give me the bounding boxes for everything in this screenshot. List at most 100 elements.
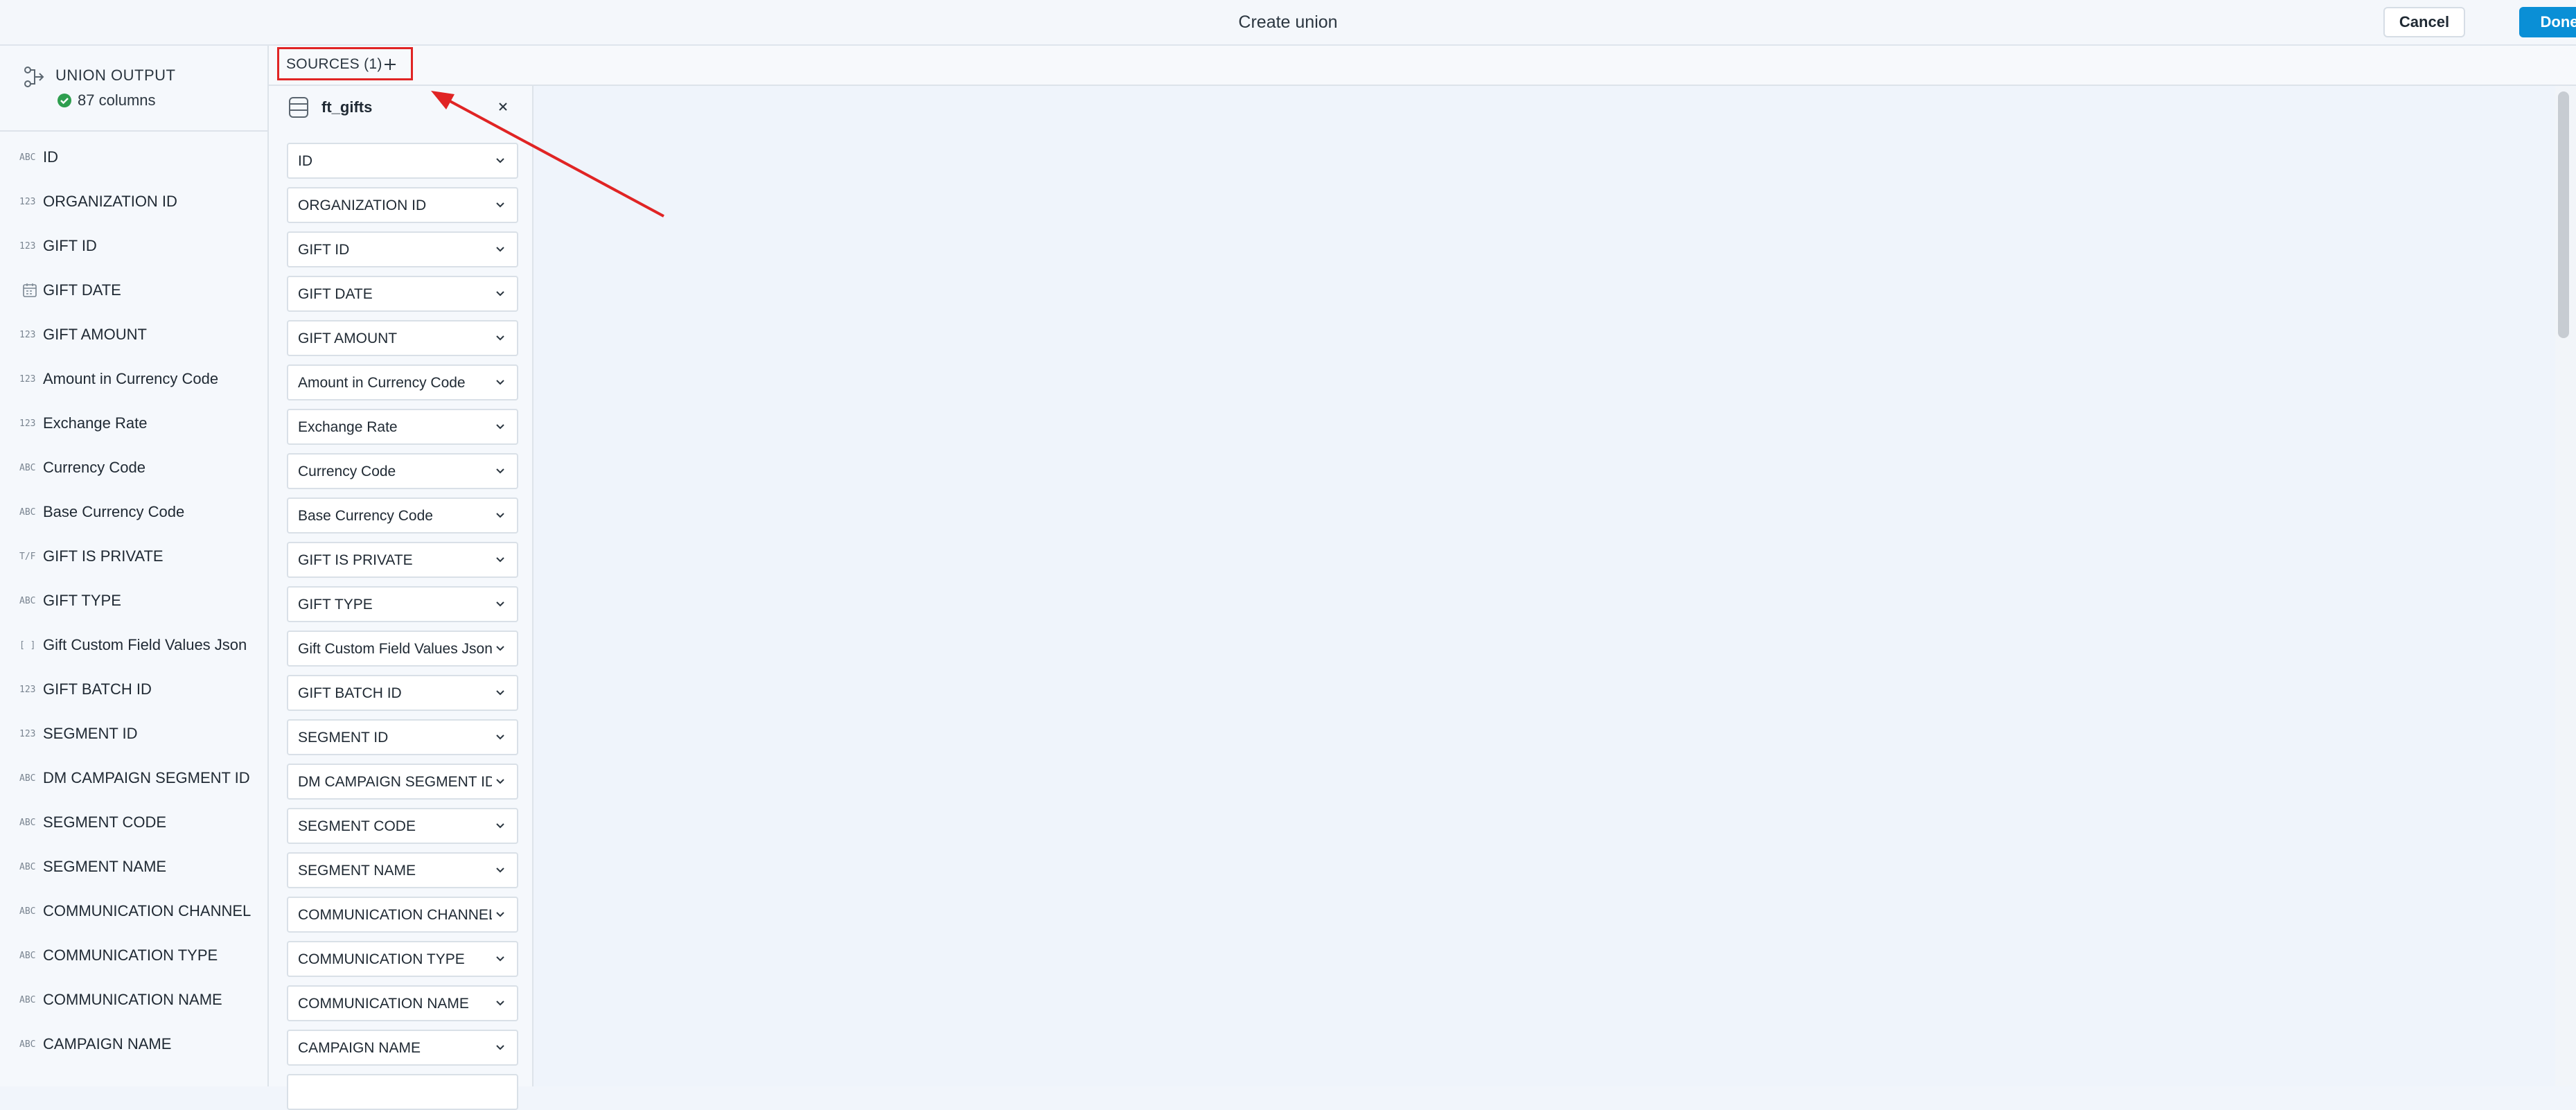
boolean-type-icon: T/F: [19, 552, 36, 562]
text-type-icon: ABC: [19, 951, 36, 961]
union-output-title: UNION OUTPUT: [55, 67, 176, 84]
output-field-row: ABC Currency Code: [0, 446, 267, 491]
source-field-select[interactable]: GIFT TYPE: [287, 586, 518, 622]
source-field-select[interactable]: DM CAMPAIGN SEGMENT ID: [287, 764, 518, 800]
chevron-down-icon: [496, 1045, 504, 1050]
column-count: 87 columns: [78, 91, 156, 109]
source-field-select[interactable]: ID: [287, 143, 518, 179]
source-field-select[interactable]: ORGANIZATION ID: [287, 187, 518, 223]
source-field-value: COMMUNICATION TYPE: [298, 951, 465, 967]
check-circle-icon: [58, 94, 71, 107]
source-field-select[interactable]: COMMUNICATION CHANNEL: [287, 897, 518, 933]
output-field-row: ABC CAMPAIGN NAME: [0, 1023, 267, 1067]
output-field-row: [ ] Gift Custom Field Values Json: [0, 624, 267, 668]
chevron-down-icon: [496, 601, 504, 607]
dialog-title: Create union: [1238, 12, 1338, 32]
output-field-row: T/F GIFT IS PRIVATE: [0, 535, 267, 579]
chevron-down-icon: [496, 867, 504, 873]
number-type-icon: 123: [19, 330, 36, 340]
chevron-down-icon: [496, 690, 504, 696]
output-field-row: ABC GIFT TYPE: [0, 579, 267, 624]
chevron-down-icon: [496, 956, 504, 962]
source-field-select[interactable]: SEGMENT CODE: [287, 808, 518, 844]
source-field-value: GIFT ID: [298, 242, 350, 258]
chevron-down-icon: [496, 513, 504, 518]
source-field-select[interactable]: CAMPAIGN NAME: [287, 1030, 518, 1066]
plus-icon[interactable]: [383, 58, 397, 71]
chevron-down-icon: [496, 424, 504, 430]
text-type-icon: ABC: [19, 1039, 36, 1050]
chevron-down-icon: [496, 380, 504, 385]
source-field-value: DM CAMPAIGN SEGMENT ID: [298, 774, 492, 790]
source-field-select[interactable]: SEGMENT ID: [287, 719, 518, 755]
source-field-select[interactable]: Exchange Rate: [287, 409, 518, 445]
source-field-select[interactable]: GIFT AMOUNT: [287, 320, 518, 356]
source-field-select[interactable]: GIFT DATE: [287, 276, 518, 312]
output-field-name: COMMUNICATION CHANNEL: [43, 902, 252, 919]
text-type-icon: ABC: [19, 995, 36, 1005]
chevron-down-icon: [496, 1001, 504, 1006]
number-type-icon: 123: [19, 419, 36, 429]
source-field-select[interactable]: Base Currency Code: [287, 497, 518, 534]
source-field-select[interactable]: COMMUNICATION TYPE: [287, 941, 518, 977]
text-type-icon: ABC: [19, 818, 36, 828]
sources-tab-label: SOURCES (1): [286, 56, 382, 72]
source-field-select[interactable]: Gift Custom Field Values Json: [287, 631, 518, 667]
output-field-name: ID: [43, 148, 58, 166]
output-field-row: 123 ORGANIZATION ID: [0, 180, 267, 224]
source-field-value: GIFT AMOUNT: [298, 331, 398, 346]
output-field-name: DM CAMPAIGN SEGMENT ID: [43, 769, 250, 786]
json-type-icon: [ ]: [19, 640, 36, 651]
output-field-name: CAMPAIGN NAME: [43, 1035, 172, 1052]
output-field-name: SEGMENT ID: [43, 725, 138, 742]
output-field-row: ABC ID: [0, 136, 267, 180]
source-field-value: Currency Code: [298, 464, 396, 479]
source-field-select[interactable]: [287, 1074, 518, 1110]
output-field-name: COMMUNICATION TYPE: [43, 946, 218, 964]
cancel-button[interactable]: Cancel: [2383, 7, 2465, 37]
source-field-value: SEGMENT NAME: [298, 863, 416, 879]
output-field-name: GIFT AMOUNT: [43, 326, 147, 343]
source-column: ft_gifts ID ORGANIZATION ID GIFT ID GIFT DA…: [269, 86, 533, 1110]
chevron-down-icon: [496, 291, 504, 297]
sources-bar: SOURCES (1): [269, 46, 2576, 86]
chevron-down-icon: [496, 823, 504, 829]
output-field-name: GIFT TYPE: [43, 592, 121, 609]
output-field-row: ABC COMMUNICATION TYPE: [0, 934, 267, 978]
source-field-select[interactable]: Currency Code: [287, 453, 518, 489]
source-field-select[interactable]: Amount in Currency Code: [287, 364, 518, 400]
chevron-down-icon: [496, 247, 504, 252]
output-field-row: ABC Base Currency Code: [0, 491, 267, 535]
done-button[interactable]: Done: [2519, 7, 2576, 37]
output-field-row: 123 SEGMENT ID: [0, 712, 267, 757]
source-field-select[interactable]: SEGMENT NAME: [287, 852, 518, 888]
source-field-value: Amount in Currency Code: [298, 375, 466, 391]
text-type-icon: ABC: [19, 507, 36, 518]
output-field-name: GIFT DATE: [43, 281, 121, 299]
source-field-select[interactable]: GIFT ID: [287, 231, 518, 267]
output-field-row: 123 Exchange Rate: [0, 402, 267, 446]
number-type-icon: 123: [19, 197, 36, 207]
output-field-row: ABC DM CAMPAIGN SEGMENT ID: [0, 757, 267, 801]
scrollbar-thumb[interactable]: [2558, 91, 2569, 338]
text-type-icon: ABC: [19, 773, 36, 784]
source-field-select[interactable]: COMMUNICATION NAME: [287, 985, 518, 1021]
chevron-down-icon: [496, 158, 504, 164]
workspace-canvas: [533, 86, 2555, 1086]
output-field-row: ABC SEGMENT NAME: [0, 845, 267, 890]
union-output-header: UNION OUTPUT 87 columns: [0, 46, 267, 132]
chevron-down-icon: [496, 646, 504, 651]
chevron-down-icon: [496, 912, 504, 917]
output-field-name: GIFT ID: [43, 237, 97, 254]
date-type-icon: [23, 283, 37, 297]
source-field-select[interactable]: GIFT BATCH ID: [287, 675, 518, 711]
source-field-value: COMMUNICATION CHANNEL: [298, 907, 492, 923]
number-type-icon: 123: [19, 685, 36, 695]
output-field-row: ABC SEGMENT CODE: [0, 801, 267, 845]
sources-tab[interactable]: SOURCES (1): [277, 47, 413, 80]
source-field-select[interactable]: GIFT IS PRIVATE: [287, 542, 518, 578]
output-field-name: ORGANIZATION ID: [43, 193, 177, 210]
chevron-down-icon: [496, 557, 504, 563]
close-icon[interactable]: [497, 101, 509, 112]
chevron-down-icon: [496, 335, 504, 341]
